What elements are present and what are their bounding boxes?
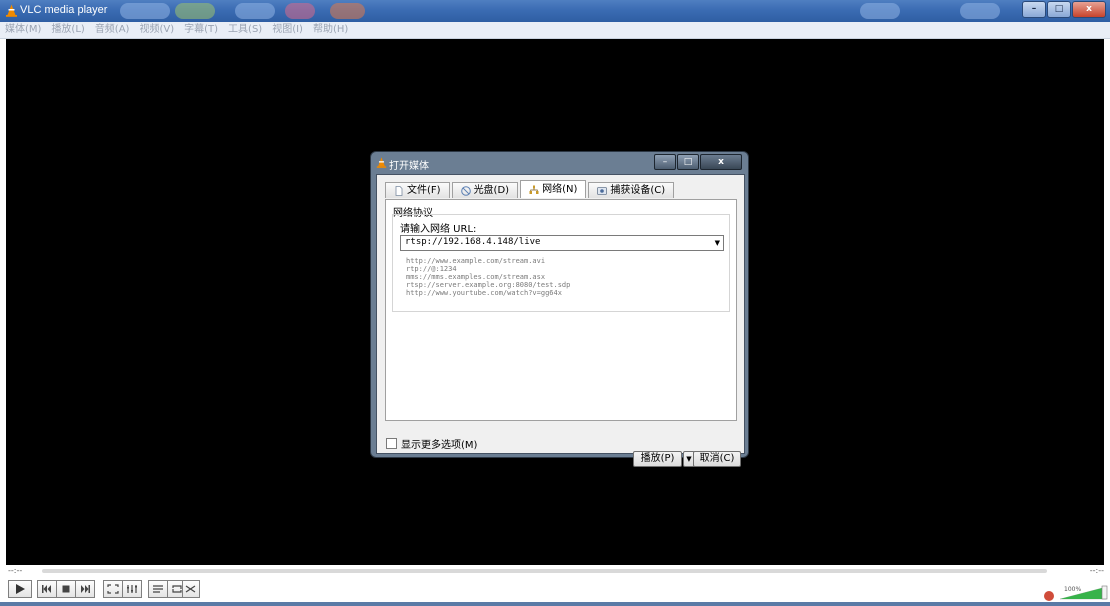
titlebar-glow	[175, 3, 215, 19]
titlebar-glow	[330, 3, 365, 19]
vlc-cone-icon	[6, 4, 17, 17]
fullscreen-icon	[107, 584, 119, 594]
taskbar-strip	[0, 602, 1110, 606]
chevron-down-icon: ▼	[686, 455, 692, 463]
remaining-time: --:--	[1089, 566, 1104, 575]
playlist-button[interactable]	[148, 580, 168, 598]
close-button[interactable]: x	[1072, 1, 1106, 18]
playlist-icon	[153, 585, 163, 593]
control-bar	[0, 578, 1110, 600]
url-input[interactable]: rtsp://192.168.4.148/live ▼	[400, 235, 724, 251]
dialog-maximize-button[interactable]: □	[677, 154, 699, 170]
title-bar: VLC media player – □ x	[0, 0, 1110, 22]
menu-media[interactable]: 媒体(M)	[0, 22, 46, 38]
more-options-checkbox[interactable]	[386, 438, 397, 449]
example-url: rtsp://server.example.org:8080/test.sdp	[406, 281, 571, 289]
example-url: rtp://@:1234	[406, 265, 457, 273]
titlebar-glow	[285, 3, 315, 19]
cancel-button[interactable]: 取消(C)	[693, 451, 741, 467]
mute-icon[interactable]	[1044, 591, 1054, 601]
file-icon	[395, 185, 403, 196]
chevron-down-icon[interactable]: ▼	[715, 239, 720, 247]
dialog-title-bar[interactable]: 打开媒体 – □ x	[371, 152, 748, 172]
dialog-body: 文件(F) 光盘(D) 网络(N) 捕获设备(C) 网络协议 请输入网络 URL…	[376, 174, 745, 467]
titlebar-glow	[960, 3, 1000, 19]
tab-disc-label: 光盘(D)	[473, 185, 510, 196]
menu-bar: 媒体(M) 播放(L) 音频(A) 视频(V) 字幕(T) 工具(S) 视图(I) 帮助(H)	[0, 22, 1110, 39]
menu-video[interactable]: 视频(V)	[134, 22, 179, 38]
menu-tools[interactable]: 工具(S)	[223, 22, 267, 38]
previous-icon	[42, 585, 51, 593]
example-url: mms://mms.examples.com/stream.asx	[406, 273, 546, 281]
open-media-dialog: 打开媒体 – □ x 文件(F) 光盘(D) 网络(N) 捕获设备(C) 网络协…	[370, 151, 749, 467]
example-url: http://www.example.com/stream.avi	[406, 257, 546, 265]
play-icon	[16, 584, 25, 594]
tab-file-label: 文件(F)	[407, 185, 441, 196]
url-label: 请输入网络 URL:	[400, 224, 477, 235]
dialog-close-button[interactable]: x	[700, 154, 742, 170]
volume-slider[interactable]	[1060, 584, 1108, 600]
titlebar-glow	[860, 3, 900, 19]
previous-button[interactable]	[37, 580, 57, 598]
titlebar-glow	[235, 3, 275, 19]
play-pause-button[interactable]	[8, 580, 32, 598]
network-panel: 网络协议 请输入网络 URL: rtsp://192.168.4.148/liv…	[385, 199, 737, 421]
more-options-label: 显示更多选项(M)	[401, 440, 478, 451]
menu-subtitle[interactable]: 字幕(T)	[179, 22, 223, 38]
url-examples: http://www.example.com/stream.avi rtp://…	[406, 257, 570, 297]
stop-icon	[62, 585, 70, 593]
maximize-button[interactable]: □	[1047, 1, 1071, 18]
dialog-title: 打开媒体	[389, 161, 429, 172]
disc-icon	[460, 185, 471, 196]
equalizer-icon	[127, 585, 137, 593]
tab-capture-device[interactable]: 捕获设备(C)	[588, 182, 675, 198]
url-value: rtsp://192.168.4.148/live	[405, 237, 541, 247]
menu-help[interactable]: 帮助(H)	[308, 22, 353, 38]
menu-playback[interactable]: 播放(L)	[46, 22, 89, 38]
tab-bar: 文件(F) 光盘(D) 网络(N) 捕获设备(C)	[385, 180, 676, 199]
titlebar-glow	[120, 3, 170, 19]
capture-device-icon	[597, 186, 608, 195]
next-button[interactable]	[75, 580, 95, 598]
dialog-minimize-button[interactable]: –	[654, 154, 676, 170]
tab-network[interactable]: 网络(N)	[520, 180, 587, 198]
menu-view[interactable]: 视图(I)	[267, 22, 308, 38]
menu-audio[interactable]: 音频(A)	[90, 22, 135, 38]
shuffle-icon	[185, 585, 196, 593]
fullscreen-button[interactable]	[103, 580, 123, 598]
network-icon	[529, 185, 539, 194]
extended-settings-button[interactable]	[122, 580, 142, 598]
tab-disc[interactable]: 光盘(D)	[451, 182, 519, 198]
example-url: http://www.yourtube.com/watch?v=gg64x	[406, 289, 562, 297]
seek-bar[interactable]	[42, 569, 1047, 573]
tab-file[interactable]: 文件(F)	[385, 182, 450, 198]
more-options-toggle[interactable]: 显示更多选项(M)	[386, 436, 477, 451]
window-title: VLC media player	[20, 4, 108, 16]
tab-network-label: 网络(N)	[542, 184, 578, 195]
minimize-button[interactable]: –	[1022, 1, 1046, 18]
stop-button[interactable]	[56, 580, 76, 598]
volume-handle[interactable]	[1101, 585, 1108, 600]
shuffle-button[interactable]	[182, 580, 200, 598]
next-icon	[81, 585, 90, 593]
play-button[interactable]: 播放(P)	[633, 451, 682, 467]
tab-capture-device-label: 捕获设备(C)	[610, 185, 666, 196]
vlc-cone-icon	[376, 157, 387, 168]
elapsed-time: --:--	[8, 566, 23, 575]
